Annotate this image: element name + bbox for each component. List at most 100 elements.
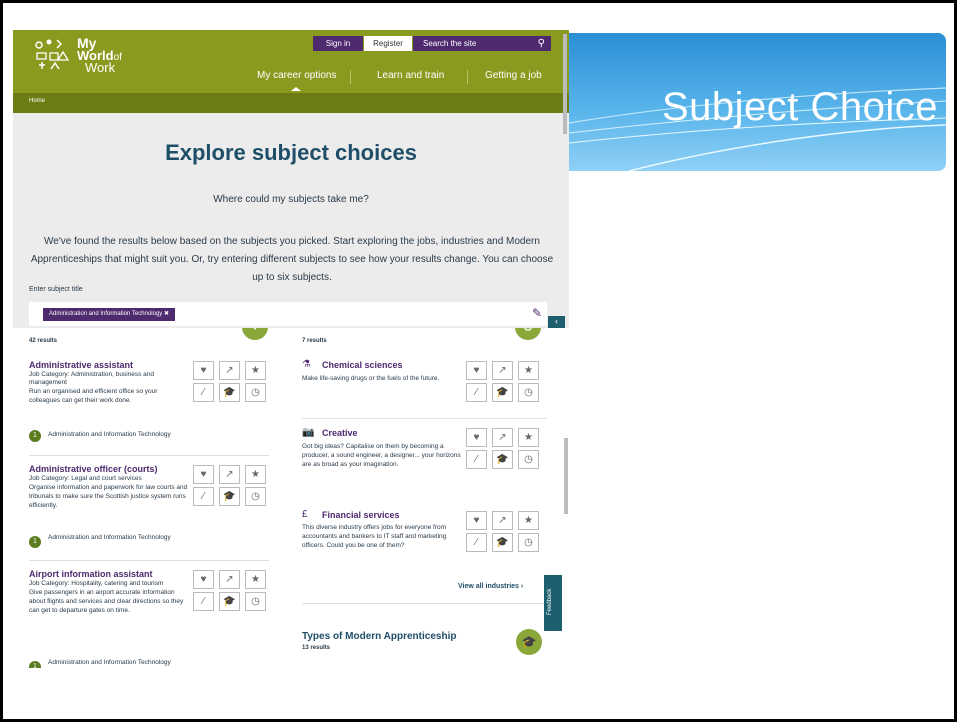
job-description: Give passengers in an airport accurate i… [29,589,184,614]
feedback-tab[interactable]: Feedback [544,575,562,631]
job-category: Job Category: Hospitality, catering and … [29,580,164,587]
graduation-cap-icon[interactable]: 🎓 [219,383,240,402]
page-subtitle: Where could my subjects take me? [213,194,369,205]
nav-getting-a-job[interactable]: Getting a job [485,70,542,81]
heart-icon[interactable]: ♥ [466,361,487,380]
star-icon[interactable]: ★ [518,511,539,530]
subject-match-icon: 1 [29,430,41,442]
screenshot-top: My Worldof Work Sign in Register Search … [13,30,569,335]
close-icon[interactable]: ✖ [164,311,169,317]
trend-icon[interactable]: ↗ [492,428,513,447]
nav-divider [467,70,468,84]
nav-active-indicator [291,87,301,91]
breadcrumb-home[interactable]: Home [29,98,45,104]
industry-card[interactable]: ⚗ Chemical sciences Make life-saving dru… [302,359,467,383]
star-icon[interactable]: ★ [518,428,539,447]
industry-title[interactable]: Chemical sciences [322,360,467,370]
star-icon[interactable]: ★ [245,465,266,484]
view-all-industries-link[interactable]: View all industries › [458,583,523,590]
nav-my-career-options[interactable]: My career options [257,70,336,81]
page-title: Explore subject choices [165,140,417,165]
industry-card[interactable]: 📷 Creative Got big ideas? Capitalise on … [302,427,467,469]
industry-actions: ♥ ↗ ★ ⁄ 🎓 ◷ [466,511,544,557]
graduation-cap-icon[interactable]: 🎓 [219,592,240,611]
clock-icon[interactable]: ◷ [245,487,266,506]
logo-icons [33,38,73,72]
industries-section-icon: ⚙ [515,328,541,340]
scrollbar[interactable] [564,438,568,514]
clock-icon[interactable]: ◷ [518,383,539,402]
heart-icon[interactable]: ♥ [193,465,214,484]
clock-icon[interactable]: ◷ [245,383,266,402]
clock-icon[interactable]: ◷ [518,533,539,552]
camera-icon: 📷 [302,427,315,438]
money-icon: £ [302,509,308,520]
industry-title[interactable]: Financial services [322,510,467,520]
job-subject: Administration and Information Technolog… [48,659,171,666]
job-description: Run an organised and efficient office so… [29,388,158,404]
heart-icon[interactable]: ♥ [193,361,214,380]
pencil-icon[interactable]: ⁄ [193,487,214,506]
pencil-icon[interactable]: ✎ [532,306,542,320]
star-icon[interactable]: ★ [245,570,266,589]
job-title[interactable]: Administrative officer (courts) [29,464,189,474]
star-icon[interactable]: ★ [245,361,266,380]
industry-description: Got big ideas? Capitalise on them by bec… [302,443,461,468]
apprenticeships-count: 13 results [302,645,331,651]
clock-icon[interactable]: ◷ [518,450,539,469]
slide-title: Subject Choice [661,85,938,129]
scrollbar[interactable] [563,34,567,134]
job-category: Job Category: Legal and court services [29,475,142,482]
nav-divider [350,70,351,84]
subject-tag[interactable]: Administration and Information Technolog… [43,308,175,321]
job-title[interactable]: Administrative assistant [29,360,189,370]
industry-card[interactable]: £ Financial services This diverse indust… [302,509,467,550]
job-card[interactable]: Airport information assistant Job Catego… [29,569,189,615]
heart-icon[interactable]: ♥ [466,428,487,447]
pencil-icon[interactable]: ⁄ [466,533,487,552]
graduation-cap-icon[interactable]: 🎓 [219,487,240,506]
feedback-label: Feedback [547,588,553,615]
subject-input-label: Enter subject title [29,286,83,293]
job-title[interactable]: Airport information assistant [29,569,189,579]
heart-icon[interactable]: ♥ [193,570,214,589]
job-card[interactable]: Administrative assistant Job Category: A… [29,360,189,405]
clock-icon[interactable]: ◷ [245,592,266,611]
logo-text-work: Work [85,60,116,75]
trend-icon[interactable]: ↗ [219,361,240,380]
job-card[interactable]: Administrative officer (courts) Job Cate… [29,464,189,510]
industry-description: This diverse industry offers jobs for ev… [302,524,447,549]
trend-icon[interactable]: ↗ [219,465,240,484]
trend-icon[interactable]: ↗ [492,361,513,380]
search-icon[interactable]: ⚲ [538,36,545,51]
divider [302,418,547,419]
subject-input[interactable]: Administration and Information Technolog… [29,302,547,326]
divider [302,603,547,604]
pencil-icon[interactable]: ⁄ [193,592,214,611]
graduation-cap-icon[interactable]: 🎓 [492,450,513,469]
graduation-cap-icon[interactable]: 🎓 [492,533,513,552]
industry-description: Make life-saving drugs or the fuels of t… [302,375,440,382]
nav-learn-and-train[interactable]: Learn and train [377,70,444,81]
register-button[interactable]: Register [364,36,412,51]
jobs-section-icon: ✦ [242,328,268,340]
pencil-icon[interactable]: ⁄ [466,450,487,469]
pencil-icon[interactable]: ⁄ [193,383,214,402]
jobs-count: 42 results [29,338,58,344]
graduation-cap-icon[interactable]: 🎓 [492,383,513,402]
title-banner: Subject Choice [569,33,946,171]
search-input[interactable]: Search the site ⚲ [413,36,551,51]
heart-icon[interactable]: ♥ [466,511,487,530]
trend-icon[interactable]: ↗ [492,511,513,530]
breadcrumb: Home [13,93,569,113]
star-icon[interactable]: ★ [518,361,539,380]
industry-title[interactable]: Creative [322,428,467,438]
sign-in-button[interactable]: Sign in [313,36,363,51]
pencil-icon[interactable]: ⁄ [466,383,487,402]
page-description: We've found the results below based on t… [30,236,554,283]
trend-icon[interactable]: ↗ [219,570,240,589]
apprenticeships-title[interactable]: Types of Modern Apprenticeship [302,631,456,642]
divider [29,455,269,456]
job-subject: Administration and Information Technolog… [48,534,171,541]
job-description: Organise information and paperwork for l… [29,484,188,509]
